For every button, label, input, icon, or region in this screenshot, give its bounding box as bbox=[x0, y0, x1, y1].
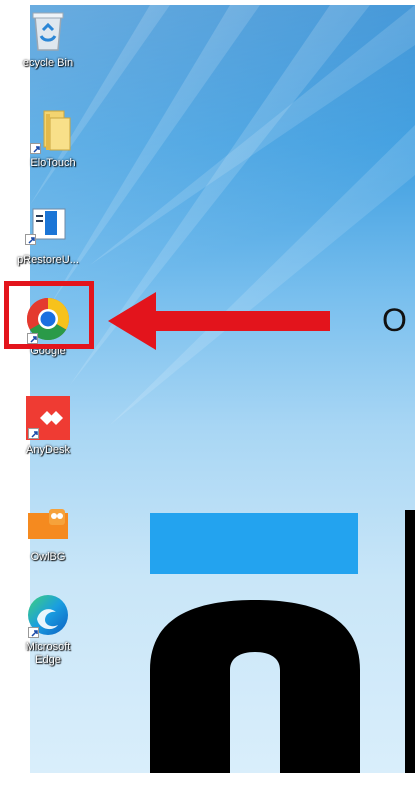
elotouch-label: EloTouch bbox=[30, 157, 76, 169]
folder-icon bbox=[30, 108, 76, 154]
desktop-icons-column: ecycle Bin EloTouch pRestoreU... Google … bbox=[0, 0, 95, 798]
recycle-bin-label: ecycle Bin bbox=[22, 57, 74, 69]
anydesk-label: AnyDesk bbox=[25, 444, 71, 456]
owlbg-icon bbox=[25, 507, 71, 541]
shortcut-arrow-icon bbox=[28, 428, 39, 439]
annotation-text: O bbox=[382, 302, 407, 338]
red-pointer-arrow bbox=[108, 292, 330, 350]
anydesk-shortcut[interactable]: AnyDesk bbox=[13, 395, 83, 457]
wallpaper-black-bar bbox=[405, 510, 415, 773]
elotouch-shortcut[interactable]: EloTouch bbox=[18, 108, 88, 170]
wallpaper-black-glyph bbox=[150, 600, 360, 773]
restore-utility-shortcut[interactable]: pRestoreU... bbox=[13, 205, 83, 267]
microsoft-edge-label: Microsoft Edge bbox=[25, 641, 71, 666]
owlbg-shortcut[interactable]: OwlBG bbox=[13, 507, 83, 564]
owlbg-label: OwlBG bbox=[30, 551, 66, 563]
shortcut-arrow-icon bbox=[25, 234, 36, 245]
shortcut-arrow-icon bbox=[28, 627, 39, 638]
restore-utility-icon bbox=[25, 205, 71, 251]
red-highlight-box bbox=[4, 281, 94, 349]
wallpaper-blue-block bbox=[150, 513, 358, 574]
microsoft-edge-shortcut[interactable]: Microsoft Edge bbox=[13, 592, 83, 667]
edge-icon bbox=[25, 592, 71, 638]
shortcut-arrow-icon bbox=[30, 143, 41, 154]
recycle-bin-shortcut[interactable]: ecycle Bin bbox=[13, 8, 83, 70]
recycle-bin-icon bbox=[25, 8, 71, 54]
anydesk-icon bbox=[25, 395, 71, 441]
restore-utility-label: pRestoreU... bbox=[17, 254, 79, 266]
